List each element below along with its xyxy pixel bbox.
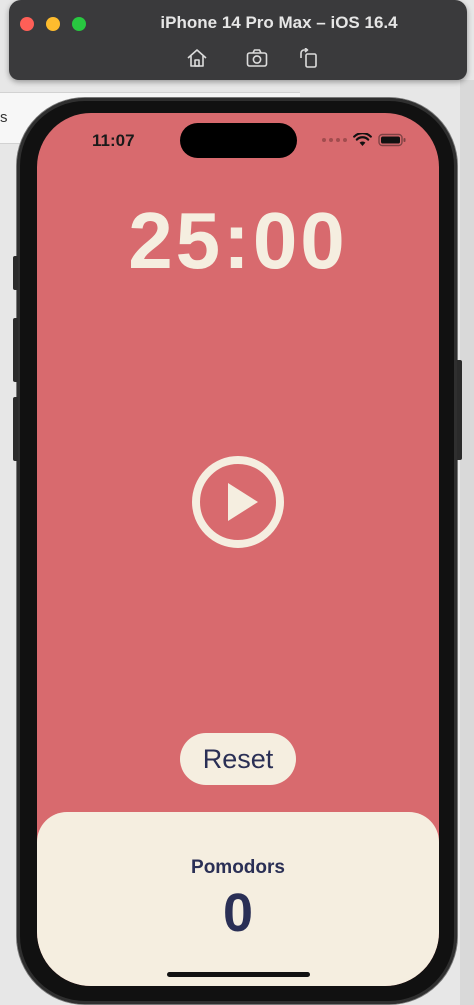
pomodoros-count: 0 bbox=[222, 883, 254, 943]
close-window-button[interactable] bbox=[20, 17, 34, 31]
volume-down-button bbox=[13, 397, 18, 461]
battery-icon bbox=[378, 133, 406, 147]
minimize-window-button[interactable] bbox=[46, 17, 60, 31]
window-title: iPhone 14 Pro Max – iOS 16.4 bbox=[160, 13, 398, 32]
screenshot-icon[interactable] bbox=[245, 47, 269, 69]
status-time: 11:07 bbox=[92, 131, 135, 150]
home-indicator[interactable] bbox=[167, 972, 310, 977]
home-icon[interactable] bbox=[185, 47, 209, 69]
power-button bbox=[457, 360, 462, 460]
wifi-icon bbox=[353, 133, 372, 146]
background-window-text: s bbox=[0, 109, 8, 126]
volume-up-button bbox=[13, 318, 18, 382]
simulator-titlebar: iPhone 14 Pro Max – iOS 16.4 bbox=[9, 0, 467, 80]
zoom-window-button[interactable] bbox=[72, 17, 86, 31]
pomodoros-label: Pomodors bbox=[191, 857, 285, 878]
pomodoros-panel: Pomodors 0 bbox=[37, 812, 439, 986]
status-icons bbox=[322, 133, 407, 147]
app-screen: 11:07 25:00 Reset Pomodors 0 bbox=[37, 113, 439, 986]
play-button[interactable] bbox=[191, 455, 285, 549]
cellular-dots-icon bbox=[322, 138, 347, 142]
play-circle-icon bbox=[192, 456, 284, 548]
action-button bbox=[13, 256, 18, 290]
background-window-edge bbox=[460, 80, 474, 1005]
timer-display: 25:00 bbox=[128, 196, 348, 285]
reset-button[interactable]: Reset bbox=[180, 733, 296, 785]
rotate-icon[interactable] bbox=[297, 47, 321, 69]
dynamic-island bbox=[180, 123, 297, 158]
